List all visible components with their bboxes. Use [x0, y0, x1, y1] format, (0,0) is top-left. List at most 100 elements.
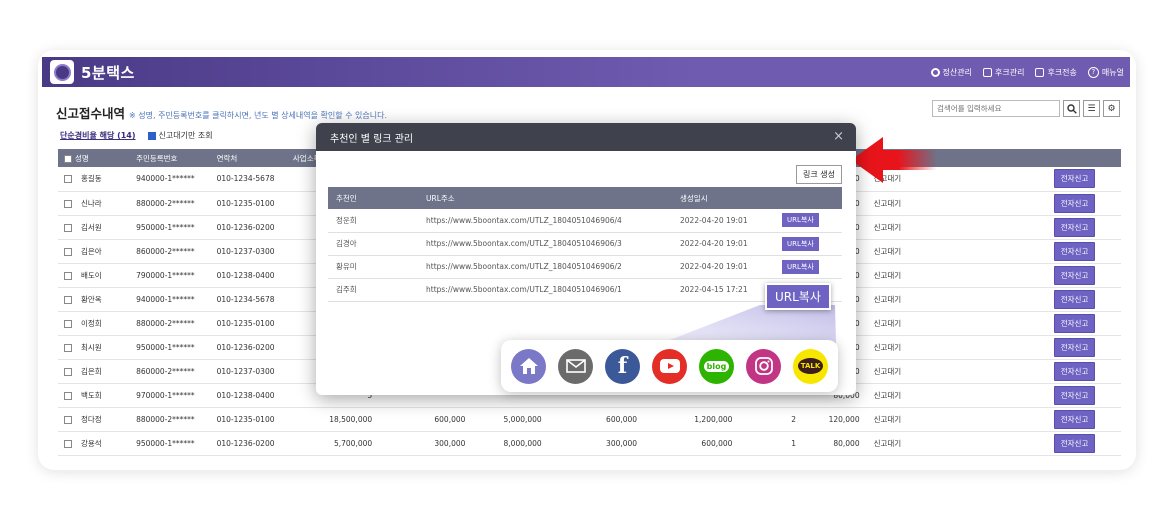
e-filing-button[interactable]: 전자신고 — [1053, 385, 1096, 405]
cell-name[interactable]: 정다정 — [58, 407, 131, 432]
cell-name[interactable]: 최시원 — [58, 335, 131, 360]
search-icon — [1066, 103, 1077, 114]
table-cell: 전자신고 — [1047, 431, 1121, 456]
table-cell: 전자신고 — [1047, 263, 1121, 288]
row-checkbox[interactable] — [64, 223, 72, 232]
table-cell[interactable]: 950000-1****** — [130, 335, 211, 360]
close-icon[interactable]: × — [833, 129, 844, 144]
table-cell[interactable]: 880000-2****** — [130, 311, 211, 336]
link-date: 2022-04-20 19:01 — [672, 232, 774, 256]
e-filing-button[interactable]: 전자신고 — [1053, 217, 1096, 237]
table-cell[interactable]: 790000-1****** — [130, 263, 211, 288]
e-filing-button[interactable]: 전자신고 — [1053, 361, 1096, 381]
list-view-button[interactable]: ☰ — [1083, 100, 1100, 117]
table-cell: 010-1237-0300 — [210, 359, 287, 384]
e-filing-button[interactable]: 전자신고 — [1053, 265, 1096, 285]
url-copy-button[interactable]: URL복사 — [782, 236, 819, 251]
page-title: 신고접수내역 — [56, 106, 126, 121]
youtube-icon[interactable] — [652, 348, 687, 384]
menu-hook-send[interactable]: 후크전송 — [1035, 67, 1077, 78]
cell-name[interactable]: 이정희 — [58, 311, 131, 336]
col-rrn: 주민등록번호 — [130, 149, 211, 167]
row-checkbox[interactable] — [64, 439, 72, 448]
e-filing-button[interactable]: 전자신고 — [1053, 289, 1096, 309]
e-filing-button[interactable]: 전자신고 — [1053, 169, 1096, 189]
row-checkbox[interactable] — [64, 175, 72, 184]
page-hint: ※ 성명, 주민등록번호를 클릭하시면, 년도 별 상세내역을 확인할 수 있습… — [129, 111, 388, 120]
table-cell[interactable]: 860000-2****** — [130, 239, 211, 264]
e-filing-button[interactable]: 전자신고 — [1053, 313, 1096, 333]
row-checkbox[interactable] — [64, 391, 72, 400]
cell-name[interactable]: 황안옥 — [58, 287, 131, 312]
menu-settlement[interactable]: 정산관리 — [930, 67, 972, 78]
table-cell: 1,200,000 — [645, 407, 741, 432]
create-link-button[interactable]: 링크 생성 — [796, 165, 842, 184]
settings-button[interactable]: ⚙ — [1103, 100, 1120, 117]
col-referrer: 추천인 — [328, 187, 418, 209]
row-checkbox[interactable] — [64, 319, 72, 328]
simple-expense-filter-link[interactable]: 단순경비율 해당 (14) — [60, 130, 136, 141]
link-url: https://www.5boontax.com/UTLZ_1804051046… — [418, 278, 672, 302]
table-cell[interactable]: 880000-2****** — [130, 191, 211, 216]
cell-name[interactable]: 김은희 — [58, 359, 131, 384]
instagram-icon[interactable] — [746, 348, 781, 384]
menu-manual[interactable]: ? 매뉴얼 — [1087, 66, 1124, 78]
e-filing-button[interactable]: 전자신고 — [1053, 337, 1096, 357]
home-icon[interactable] — [511, 348, 546, 384]
table-cell: 신고대기 — [867, 407, 1048, 432]
row-checkbox[interactable] — [64, 343, 72, 352]
table-cell: 120,000 — [804, 407, 868, 432]
search-input[interactable] — [932, 100, 1060, 117]
col-name: 성명 — [58, 149, 131, 167]
search-button[interactable] — [1063, 100, 1080, 117]
blog-icon[interactable]: blog — [699, 348, 734, 384]
table-cell: 전자신고 — [1047, 215, 1121, 240]
table-cell[interactable]: 860000-2****** — [130, 359, 211, 384]
cell-name[interactable]: 김은아 — [58, 239, 131, 264]
pending-only-checkbox[interactable]: 신고대기만 조회 — [147, 130, 213, 141]
table-cell: 신고대기 — [867, 383, 1048, 408]
logo-icon — [50, 60, 74, 84]
cell-name[interactable]: 백도희 — [58, 383, 131, 408]
col-url: URL주소 — [418, 187, 672, 209]
kakaotalk-icon[interactable]: TALK — [793, 348, 828, 384]
table-cell: 010-1236-0200 — [210, 335, 287, 360]
cell-name[interactable]: 강용석 — [58, 431, 131, 456]
red-arrow-icon — [851, 137, 937, 183]
col-copy — [774, 187, 842, 209]
table-cell: 010-1235-0100 — [210, 311, 287, 336]
e-filing-button[interactable]: 전자신고 — [1053, 193, 1096, 213]
mail-icon[interactable] — [558, 348, 593, 384]
url-copy-button[interactable]: URL복사 — [782, 213, 819, 228]
cell-name[interactable]: 홍길동 — [58, 167, 131, 192]
select-all-checkbox[interactable] — [64, 154, 72, 163]
table-cell[interactable]: 940000-1****** — [130, 287, 211, 312]
url-copy-button[interactable]: URL복사 — [782, 259, 819, 274]
table-row: 강용석 950000-1****** 010-1236-0200 5,700,000 3… — [58, 431, 1121, 456]
table-cell[interactable]: 950000-1****** — [130, 215, 211, 240]
url-copy-callout: URL복사 — [765, 283, 831, 310]
row-checkbox[interactable] — [64, 271, 72, 280]
row-checkbox[interactable] — [64, 367, 72, 376]
cell-name[interactable]: 김서원 — [58, 215, 131, 240]
e-filing-button[interactable]: 전자신고 — [1053, 409, 1096, 429]
e-filing-button[interactable]: 전자신고 — [1053, 241, 1096, 261]
table-cell: 전자신고 — [1047, 407, 1121, 432]
cell-name[interactable]: 배도이 — [58, 263, 131, 288]
table-cell[interactable]: 940000-1****** — [130, 167, 211, 192]
table-cell[interactable]: 880000-2****** — [130, 407, 211, 432]
e-filing-button[interactable]: 전자신고 — [1053, 433, 1096, 453]
table-cell: 전자신고 — [1047, 191, 1121, 216]
facebook-icon[interactable]: f — [605, 348, 640, 384]
link-date: 2022-04-20 19:01 — [672, 255, 774, 279]
row-checkbox[interactable] — [64, 247, 72, 256]
table-cell[interactable]: 950000-1****** — [130, 431, 211, 456]
cell-name[interactable]: 신나라 — [58, 191, 131, 216]
link-name: 정운희 — [328, 209, 418, 233]
row-checkbox[interactable] — [64, 415, 72, 424]
link-copy-cell: URL복사 — [774, 255, 842, 279]
menu-hook-manage[interactable]: 후크관리 — [983, 67, 1024, 78]
row-checkbox[interactable] — [64, 295, 72, 304]
row-checkbox[interactable] — [64, 199, 72, 208]
table-cell[interactable]: 970000-1****** — [130, 383, 211, 408]
